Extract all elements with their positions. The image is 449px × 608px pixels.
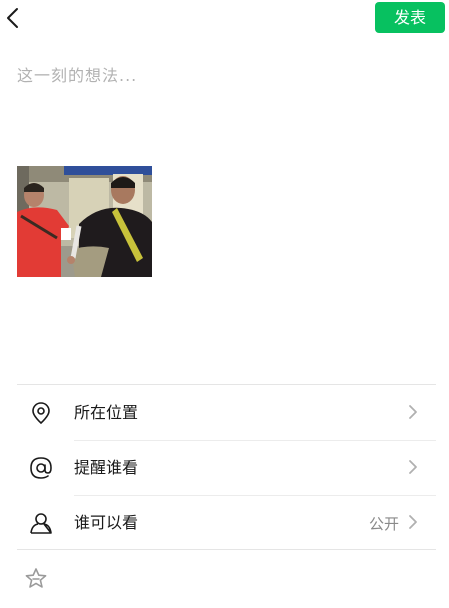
moment-text-input[interactable] <box>17 55 432 95</box>
person-icon <box>30 513 52 534</box>
location-option[interactable]: 所在位置 <box>17 385 436 440</box>
publish-button[interactable]: 发表 <box>375 2 445 33</box>
remind-who-option[interactable]: 提醒谁看 <box>17 440 436 495</box>
chevron-right-icon <box>409 405 417 419</box>
visibility-option[interactable]: 谁可以看 公开 <box>17 495 436 550</box>
chevron-left-icon <box>7 8 18 28</box>
chevron-right-icon <box>409 515 417 529</box>
attached-photo[interactable] <box>17 166 152 277</box>
favorite-star-icon[interactable] <box>24 567 48 589</box>
location-pin-icon <box>32 402 50 425</box>
remind-who-option-label: 提醒谁看 <box>74 458 139 477</box>
visibility-option-label: 谁可以看 <box>74 513 139 532</box>
options-divider <box>17 549 436 550</box>
chevron-right-icon <box>409 460 417 474</box>
visibility-option-value: 公开 <box>368 515 399 533</box>
at-sign-icon <box>30 457 52 479</box>
back-button[interactable] <box>4 7 22 29</box>
post-options-list: 所在位置 提醒谁看 谁可以看 公开 <box>17 384 436 550</box>
location-option-label: 所在位置 <box>74 403 139 422</box>
